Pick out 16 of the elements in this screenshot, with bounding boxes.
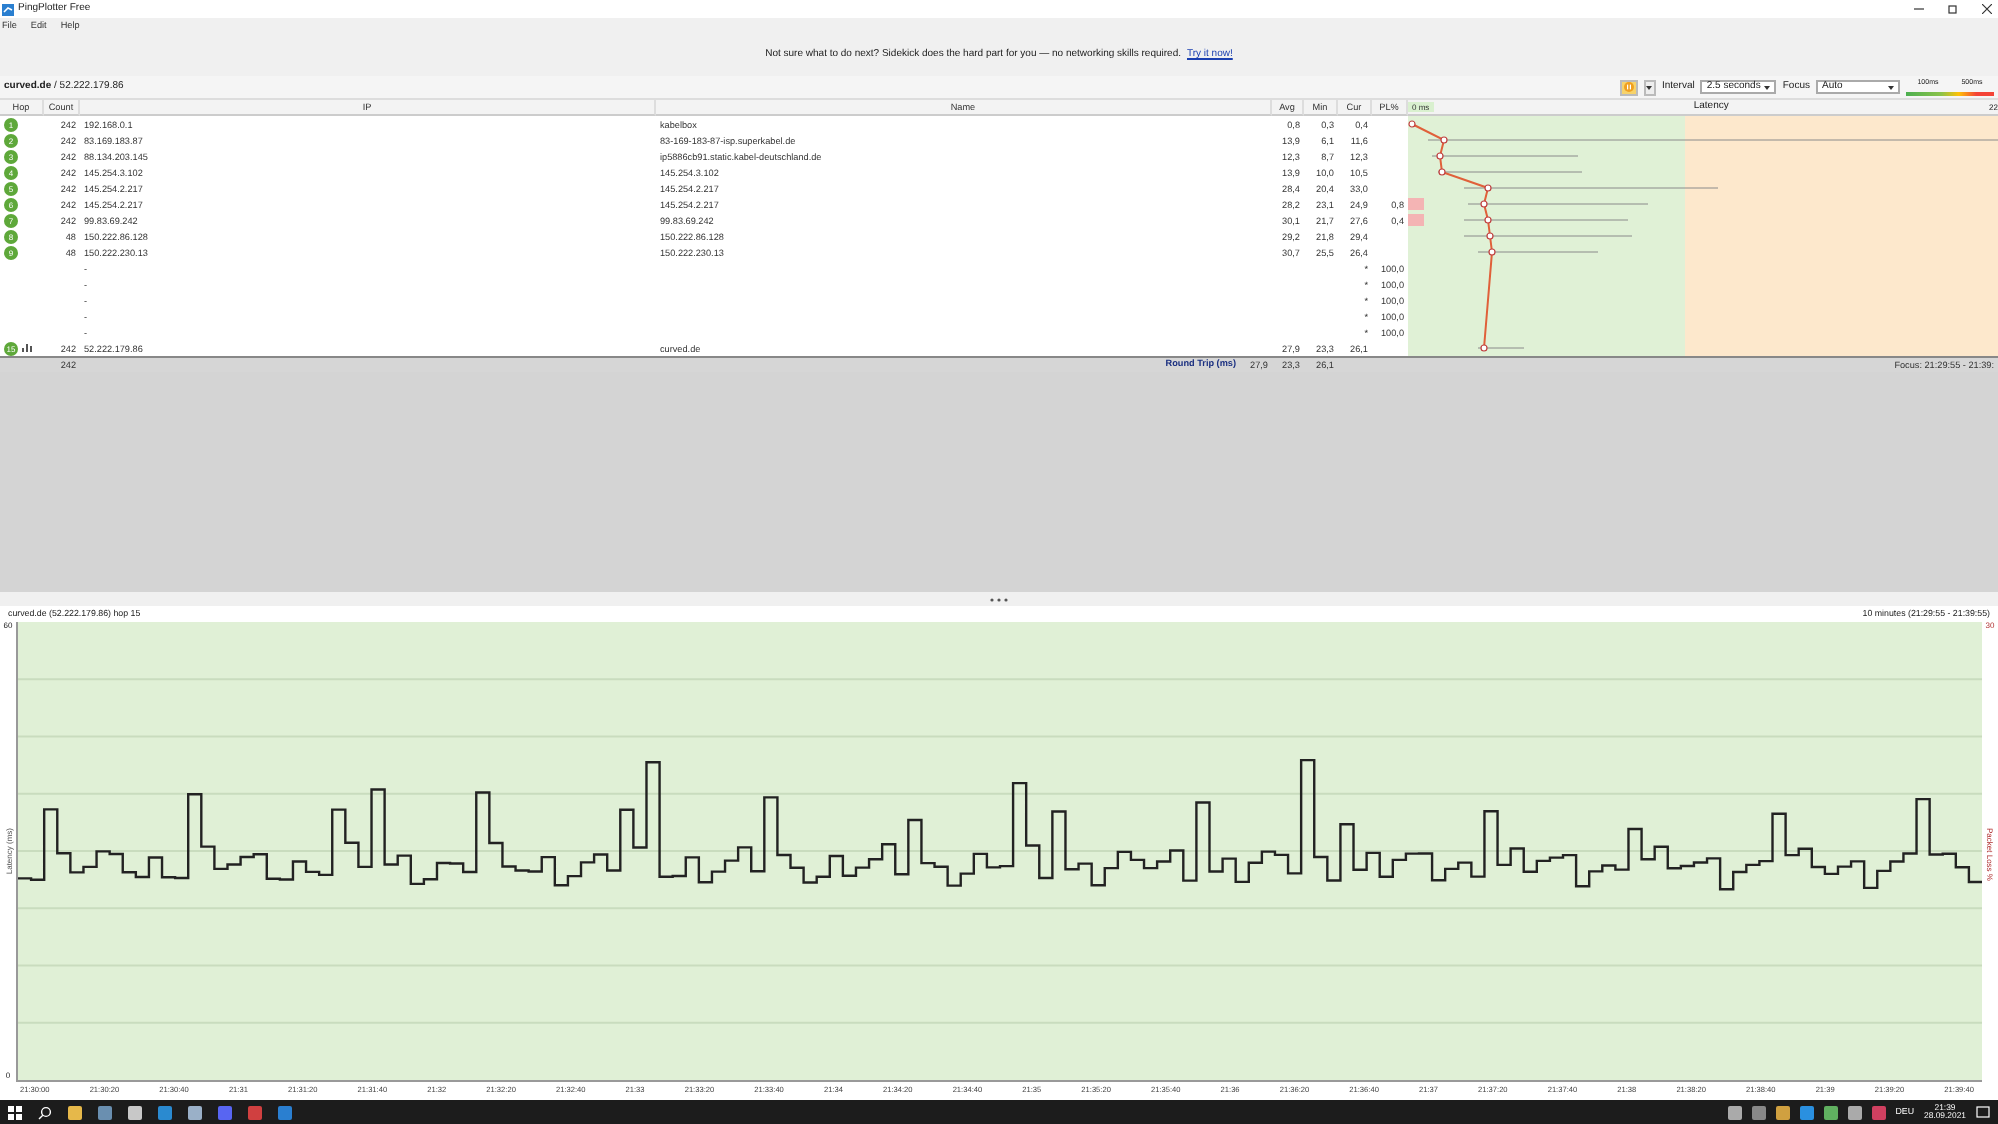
notification-icon[interactable] <box>1976 1105 1990 1119</box>
caret-icon <box>1888 85 1894 89</box>
taskbar-app-icon[interactable] <box>128 1105 142 1119</box>
restore-icon[interactable] <box>1948 4 1958 14</box>
taskbar-app-icon[interactable] <box>278 1105 292 1119</box>
minimize-icon[interactable] <box>1914 4 1924 14</box>
windows-start-icon[interactable] <box>8 1105 22 1119</box>
close-icon[interactable] <box>1982 4 1992 14</box>
taskbar-app-icon[interactable] <box>68 1105 82 1119</box>
taskbar-app-icon[interactable] <box>188 1105 202 1119</box>
dropdown-button[interactable] <box>1643 79 1656 95</box>
taskbar-app-icon[interactable] <box>98 1105 112 1119</box>
caret-icon <box>1764 85 1771 89</box>
search-icon[interactable] <box>38 1105 52 1119</box>
taskbar-app-icon[interactable] <box>158 1105 172 1119</box>
splitter-handle-icon[interactable] <box>990 597 1008 601</box>
